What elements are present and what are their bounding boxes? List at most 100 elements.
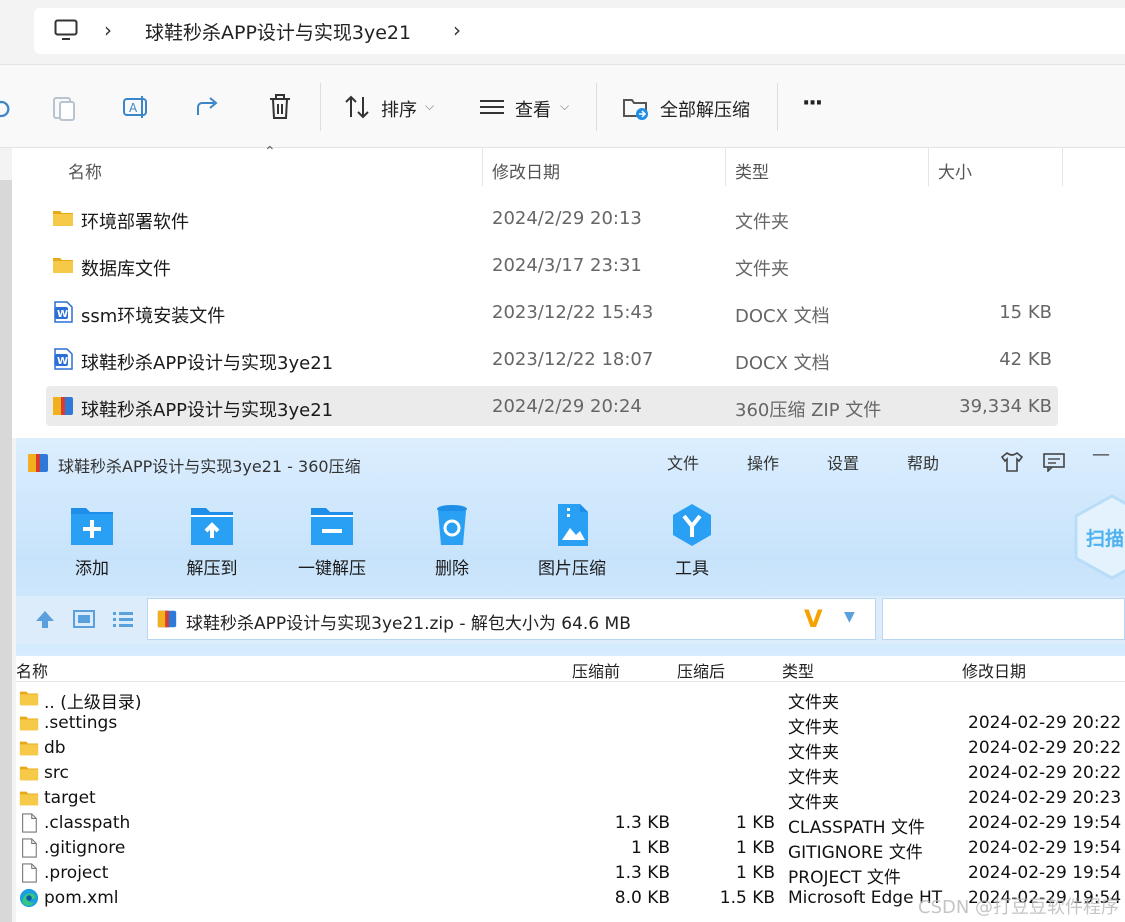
menu-operations[interactable]: 操作: [747, 450, 779, 474]
file-type: 文件夹: [735, 259, 789, 280]
archive-app-icon: [28, 454, 48, 472]
column-divider[interactable]: [482, 148, 483, 186]
archive-entry-row[interactable]: target 文件夹 2024-02-29 20:23: [16, 786, 1125, 813]
chevron-down-icon[interactable]: ⌵: [425, 99, 434, 114]
edge-icon: [19, 888, 39, 908]
add-button[interactable]: 添加: [44, 496, 140, 584]
image-compress-button[interactable]: 图片压缩: [524, 496, 620, 584]
entry-size-before: 1 KB: [630, 838, 670, 858]
path-field[interactable]: 球鞋秒杀APP设计与实现3ye21.zip - 解包大小为 64.6 MB V …: [147, 598, 876, 640]
column-header-name[interactable]: 名称: [68, 158, 102, 183]
breadcrumb-current[interactable]: 球鞋秒杀APP设计与实现3ye21: [145, 18, 411, 45]
list-view-icon[interactable]: [112, 609, 134, 629]
entry-modified: 2024-02-29 19:54: [968, 838, 1122, 858]
more-options-button[interactable]: ···: [802, 91, 823, 116]
menu-help[interactable]: 帮助: [907, 450, 939, 474]
column-header-name[interactable]: 名称: [16, 658, 48, 682]
archive-entry-row[interactable]: src 文件夹 2024-02-29 20:22: [16, 761, 1125, 788]
sort-button[interactable]: 排序: [381, 96, 417, 122]
recycle-delete-icon: [437, 505, 467, 545]
menu-settings[interactable]: 设置: [827, 450, 859, 474]
chevron-right-icon[interactable]: ›: [453, 18, 461, 42]
one-click-extract-button[interactable]: 一键解压: [284, 496, 380, 584]
sort-icon[interactable]: [344, 93, 372, 121]
entry-size-after: 1 KB: [735, 863, 775, 883]
tools-label: 工具: [675, 559, 709, 579]
file-row[interactable]: W 球鞋秒杀APP设计与实现3ye21 2023/12/22 18:07 DOCX 文…: [46, 339, 1058, 379]
column-divider[interactable]: [928, 148, 929, 186]
word-doc-icon: W: [54, 348, 73, 370]
entry-name: db: [44, 738, 66, 758]
chevron-down-icon[interactable]: ▼: [844, 609, 855, 625]
extract-to-button[interactable]: 解压到: [164, 496, 260, 584]
file-row[interactable]: 环境部署软件 2024/2/29 20:13 文件夹: [46, 198, 1058, 238]
address-bar: › 球鞋秒杀APP设计与实现3ye21 ›: [0, 0, 1125, 64]
archive-entry-row[interactable]: .classpath 1.3 KB 1 KB CLASSPATH 文件 2024-02-…: [16, 811, 1125, 838]
archiver-window: 球鞋秒杀APP设计与实现3ye21 - 360压缩 文件 操作 设置 帮助 — …: [16, 438, 1125, 922]
column-header-before[interactable]: 压缩前: [572, 658, 620, 682]
column-header-size[interactable]: 大小: [938, 158, 972, 183]
entry-modified: 2024-02-29 19:54: [968, 813, 1122, 833]
extract-archive-icon[interactable]: [622, 93, 650, 121]
navigation-pane-edge-top: [0, 148, 12, 180]
column-header-type[interactable]: 类型: [735, 158, 769, 183]
minimize-button[interactable]: —: [1092, 444, 1110, 465]
file-type: 360压缩 ZIP 文件: [735, 400, 882, 421]
thumbnail-view-icon[interactable]: [73, 609, 95, 629]
menu-file[interactable]: 文件: [667, 450, 699, 474]
toolbar-divider: [320, 83, 321, 131]
archiver-header: 球鞋秒杀APP设计与实现3ye21 - 360压缩 文件 操作 设置 帮助 — …: [16, 438, 1125, 656]
scan-button[interactable]: 扫描: [1072, 494, 1125, 580]
archive-entry-row[interactable]: .gitignore 1 KB 1 KB GITIGNORE 文件 2024-02-29…: [16, 836, 1125, 863]
column-divider[interactable]: [1062, 148, 1063, 186]
archive-entry-row[interactable]: .project 1.3 KB 1 KB PROJECT 文件 2024-02-29 1…: [16, 861, 1125, 888]
entry-name: .. (上级目录): [44, 693, 142, 713]
paste-icon[interactable]: [50, 93, 78, 121]
column-divider[interactable]: [725, 148, 726, 186]
share-icon[interactable]: [194, 93, 222, 121]
column-header-modified[interactable]: 修改日期: [962, 658, 1026, 682]
folder-icon: [19, 716, 39, 731]
extract-all-button[interactable]: 全部解压缩: [660, 96, 750, 122]
column-header-modified[interactable]: 修改日期: [492, 158, 560, 183]
file-row[interactable]: 球鞋秒杀APP设计与实现3ye21 2024/2/29 20:24 360压缩 ZI…: [46, 386, 1058, 426]
file-type: DOCX 文档: [735, 353, 830, 374]
up-arrow-icon[interactable]: [34, 609, 56, 629]
view-button[interactable]: 查看: [515, 96, 551, 122]
entry-size-before: 8.0 KB: [614, 888, 670, 908]
file-modified: 2023/12/22 18:07: [492, 349, 654, 370]
feedback-icon[interactable]: [1042, 452, 1066, 472]
add-label: 添加: [75, 559, 109, 579]
archive-entry-row[interactable]: db 文件夹 2024-02-29 20:22: [16, 736, 1125, 763]
skin-shirt-icon[interactable]: [1000, 451, 1024, 473]
column-header-after[interactable]: 压缩后: [677, 658, 725, 682]
toolbar-divider: [596, 83, 597, 131]
entry-size-after: 1.5 KB: [719, 888, 775, 908]
file-modified: 2024/2/29 20:13: [492, 208, 642, 229]
entry-name: .gitignore: [44, 838, 126, 858]
delete-icon[interactable]: [266, 93, 294, 121]
search-input[interactable]: [882, 598, 1125, 640]
archive-entry-row[interactable]: .. (上级目录) 文件夹: [16, 686, 1125, 713]
entry-size-before: 1.3 KB: [614, 863, 670, 883]
column-header-type[interactable]: 类型: [782, 658, 814, 682]
tools-button[interactable]: 工具: [644, 496, 740, 584]
file-row[interactable]: Wssm环境安装文件 2023/12/22 15:43 DOCX 文档 15 KB: [46, 292, 1058, 332]
vip-logo-icon[interactable]: V: [804, 605, 823, 633]
chevron-right-icon[interactable]: ›: [104, 18, 112, 42]
monitor-icon[interactable]: [54, 19, 78, 41]
rename-icon[interactable]: A: [122, 93, 150, 121]
breadcrumb[interactable]: › 球鞋秒杀APP设计与实现3ye21 ›: [34, 8, 1125, 54]
file-icon: [22, 813, 37, 833]
archive-entry-row[interactable]: .settings 文件夹 2024-02-29 20:22: [16, 711, 1125, 738]
scan-label: 扫描: [1086, 528, 1125, 550]
chevron-down-icon[interactable]: ⌵: [560, 99, 569, 114]
view-list-icon[interactable]: [478, 93, 506, 121]
entry-size-after: 1 KB: [735, 838, 775, 858]
delete-button[interactable]: 删除: [404, 496, 500, 584]
path-text: 球鞋秒杀APP设计与实现3ye21.zip - 解包大小为 64.6 MB: [186, 614, 631, 634]
file-row[interactable]: 数据库文件 2024/3/17 23:31 文件夹: [46, 245, 1058, 285]
entry-modified: 2024-02-29 20:23: [968, 788, 1122, 808]
tools-icon: [673, 504, 711, 546]
cut-icon[interactable]: [0, 95, 20, 123]
